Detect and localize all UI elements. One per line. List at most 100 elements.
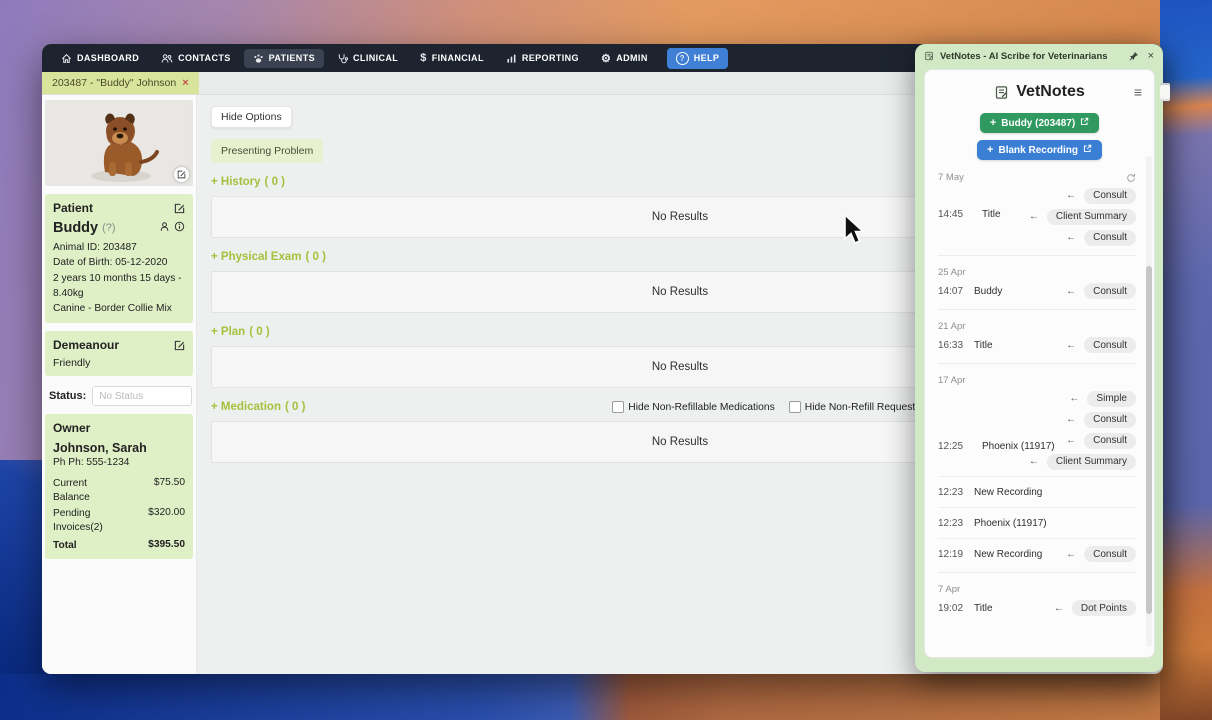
tab-close-icon[interactable]: ×	[182, 77, 188, 89]
note-type-badge[interactable]: Client Summary	[1047, 209, 1136, 225]
group-divider	[938, 363, 1136, 364]
left-arrow-icon: ←	[1066, 435, 1076, 446]
window-edge-notch	[1160, 83, 1170, 101]
balance-value: $75.50	[154, 477, 185, 505]
note-type-badge[interactable]: Consult	[1084, 546, 1136, 562]
balance-label: Total	[53, 539, 125, 553]
nav-item-clinical[interactable]: CLINICAL	[328, 49, 407, 68]
note-type-badge[interactable]: Simple	[1087, 391, 1136, 407]
nav-item-dashboard[interactable]: DASHBOARD	[52, 49, 148, 68]
vetnotes-action-buttons: +Buddy (203487) +Blank Recording	[925, 113, 1154, 160]
expand-plus-icon[interactable]: +	[211, 251, 221, 263]
section-count: ( 0 )	[265, 176, 285, 188]
recording-entry[interactable]: 16:33Title←Consult	[938, 334, 1136, 356]
note-type-badge[interactable]: Consult	[1084, 412, 1136, 428]
tab-buddy-johnson[interactable]: 203487 - "Buddy" Johnson ×	[42, 72, 199, 94]
recording-entry[interactable]: 19:02Title←Dot Points	[938, 597, 1136, 619]
vetnotes-app-title: VetNotes	[1016, 83, 1084, 101]
recording-title[interactable]: Title	[974, 340, 993, 351]
scrollbar-track[interactable]	[1146, 156, 1152, 647]
recording-entry[interactable]: 12:19New Recording←Consult	[938, 543, 1136, 565]
edit-demeanour-icon[interactable]	[174, 340, 185, 351]
recording-entry[interactable]: 12:23Phoenix (11917)	[938, 512, 1136, 534]
button-label: Buddy (203487)	[1001, 118, 1075, 129]
date-header: 7 May	[938, 170, 1136, 185]
recording-entry[interactable]: 14:07Buddy←Consult	[938, 280, 1136, 302]
section-label: Plan	[221, 326, 245, 338]
presenting-problem-chip[interactable]: Presenting Problem	[211, 139, 323, 163]
nav-item-contacts[interactable]: CONTACTS	[152, 49, 240, 68]
date-label: 21 Apr	[938, 321, 965, 332]
section-label: Medication	[221, 401, 281, 413]
edit-patient-icon[interactable]	[174, 203, 185, 214]
nav-item-patients[interactable]: PATIENTS	[244, 49, 324, 68]
person-icon[interactable]	[159, 221, 170, 235]
recording-entry[interactable]: 12:23New Recording	[938, 481, 1136, 503]
patient-photo	[45, 100, 193, 186]
expand-plus-icon[interactable]: +	[211, 176, 221, 188]
recording-title[interactable]: Title	[974, 603, 993, 614]
note-type-badge[interactable]: Consult	[1084, 188, 1136, 204]
nav-item-financial[interactable]: $FINANCIAL	[411, 48, 493, 68]
close-icon[interactable]: ×	[1148, 51, 1154, 62]
vetnotes-titlebar[interactable]: VetNotes - AI Scribe for Veterinarians ×	[915, 44, 1163, 66]
recording-title[interactable]: New Recording	[974, 549, 1042, 560]
external-link-icon	[1080, 117, 1089, 129]
recording-entry[interactable]: ←Simple←Consult←Consult←Client Summary12…	[938, 388, 1136, 472]
left-arrow-icon: ←	[1066, 340, 1076, 351]
patient-name-question[interactable]: (?)	[102, 222, 115, 234]
group-divider	[938, 255, 1136, 256]
note-type-badge[interactable]: Consult	[1084, 230, 1136, 246]
info-circle-icon[interactable]	[174, 221, 185, 235]
status-row: Status:	[49, 386, 191, 406]
entry-divider	[938, 476, 1136, 477]
home-icon	[61, 53, 72, 64]
nav-item-reporting[interactable]: REPORTING	[497, 49, 588, 68]
expand-plus-icon[interactable]: +	[211, 326, 221, 338]
hide-options-button[interactable]: Hide Options	[211, 106, 292, 128]
hamburger-menu-icon[interactable]: ≡	[1134, 84, 1142, 100]
date-label: 7 Apr	[938, 584, 960, 595]
expand-plus-icon[interactable]: +	[211, 401, 221, 413]
nav-item-label: REPORTING	[522, 53, 579, 63]
note-type-badge[interactable]: Client Summary	[1047, 454, 1136, 470]
new-patient-recording-button[interactable]: +Buddy (203487)	[980, 113, 1099, 133]
section-label: History	[221, 176, 261, 188]
note-type-badge[interactable]: Consult	[1084, 283, 1136, 299]
edit-photo-icon[interactable]	[174, 167, 189, 182]
owner-panel: Owner Johnson, Sarah Ph Ph: 555-1234 Cur…	[45, 414, 193, 559]
scrollbar-thumb[interactable]	[1146, 266, 1152, 614]
date-header: 21 Apr	[938, 319, 1136, 334]
recording-title[interactable]: Title	[982, 209, 1001, 220]
recording-entry[interactable]: ←Consult←Client Summary←Consult14:45Titl…	[938, 185, 1136, 248]
left-arrow-icon: ←	[1029, 456, 1039, 467]
entry-divider	[938, 507, 1136, 508]
tab-label: 203487 - "Buddy" Johnson	[52, 77, 176, 89]
nav-item-admin[interactable]: ⚙ADMIN	[592, 48, 657, 69]
checkbox-icon[interactable]	[789, 401, 801, 413]
note-type-badge[interactable]: Dot Points	[1072, 600, 1136, 616]
note-type-badge[interactable]: Consult	[1084, 337, 1136, 353]
recordings-list: 7 May←Consult←Client Summary←Consult14:4…	[925, 170, 1154, 619]
demeanour-panel: Demeanour Friendly	[45, 331, 193, 376]
owner-balance-rows: Current Balance$75.50Pending Invoices(2)…	[53, 477, 185, 552]
checkbox-hide-non-refillable-medications[interactable]: Hide Non-Refillable Medications	[612, 401, 775, 413]
note-type-badge[interactable]: Consult	[1084, 433, 1136, 449]
pin-icon[interactable]	[1129, 51, 1139, 61]
status-input[interactable]	[92, 386, 192, 406]
entry-divider	[938, 538, 1136, 539]
refresh-icon[interactable]	[1126, 173, 1136, 183]
nav-item-help[interactable]: ?HELP	[667, 48, 729, 69]
balance-row: Total$395.50	[53, 539, 185, 553]
date-label: 25 Apr	[938, 267, 965, 278]
demeanour-heading: Demeanour	[53, 338, 119, 352]
date-header: 25 Apr	[938, 265, 1136, 280]
checkbox-icon[interactable]	[612, 401, 624, 413]
nav-item-label: HELP	[694, 53, 720, 63]
recording-title[interactable]: Buddy	[974, 286, 1002, 297]
recording-title[interactable]: Phoenix (11917)	[982, 441, 1055, 452]
recording-title[interactable]: New Recording	[974, 487, 1042, 498]
blank-recording-button[interactable]: +Blank Recording	[977, 140, 1102, 160]
left-arrow-icon: ←	[1066, 232, 1076, 243]
recording-title[interactable]: Phoenix (11917)	[974, 518, 1047, 529]
